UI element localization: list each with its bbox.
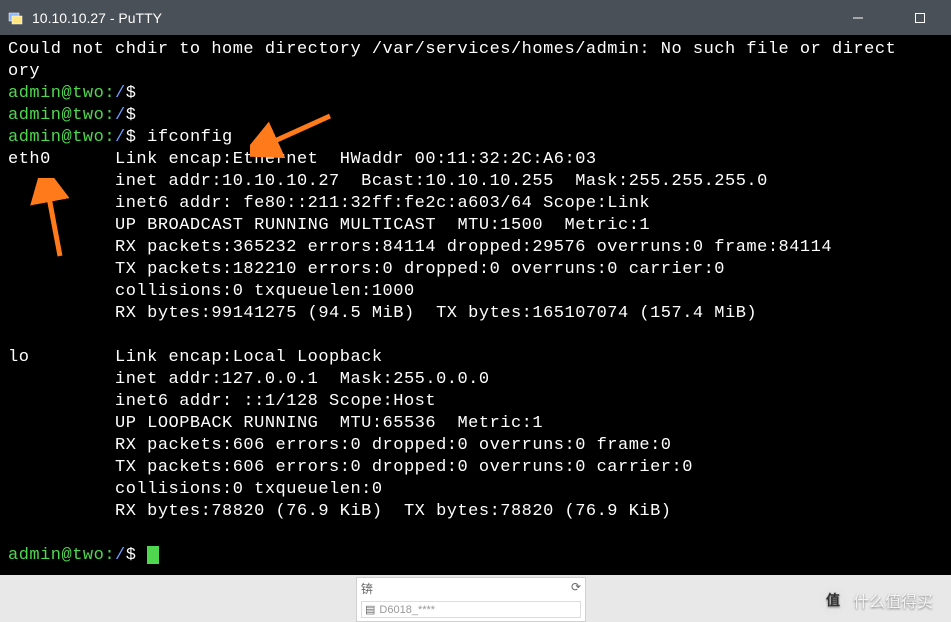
iface-line: collisions:0 txqueuelen:1000 — [8, 281, 943, 303]
iface-line: inet6 addr: ::1/128 Scope:Host — [8, 391, 943, 413]
iface-line: RX packets:606 errors:0 dropped:0 overru… — [8, 435, 943, 457]
blank-line — [8, 523, 943, 545]
iface-line: TX packets:182210 errors:0 dropped:0 ove… — [8, 259, 943, 281]
iface-line: RX bytes:99141275 (94.5 MiB) TX bytes:16… — [8, 303, 943, 325]
error-line: Could not chdir to home directory /var/s… — [8, 39, 943, 61]
file-icon: ▤ — [365, 603, 375, 616]
bg-filename: D6018_**** — [379, 604, 435, 616]
watermark-text: 什么值得买 — [853, 588, 933, 612]
command-line: admin@two:/$ ifconfig — [8, 127, 943, 149]
putty-icon — [8, 10, 24, 26]
prompt-line: admin@two:/$ — [8, 83, 943, 105]
iface-line: inet addr:10.10.10.27 Bcast:10.10.10.255… — [8, 171, 943, 193]
iface-line: collisions:0 txqueuelen:0 — [8, 479, 943, 501]
iface-line: RX packets:365232 errors:84114 dropped:2… — [8, 237, 943, 259]
minimize-button[interactable] — [827, 0, 889, 35]
bg-char: 锛 — [361, 580, 373, 597]
iface-line: lo Link encap:Local Loopback — [8, 347, 943, 369]
watermark: 值 什么值得买 — [819, 586, 933, 614]
watermark-badge: 值 — [819, 586, 847, 614]
cursor — [147, 546, 159, 564]
iface-line: UP BROADCAST RUNNING MULTICAST MTU:1500 … — [8, 215, 943, 237]
putty-window: 10.10.10.27 - PuTTY Could not chdir to h… — [0, 0, 951, 575]
titlebar[interactable]: 10.10.10.27 - PuTTY — [0, 0, 951, 35]
iface-line: UP LOOPBACK RUNNING MTU:65536 Metric:1 — [8, 413, 943, 435]
iface-line: RX bytes:78820 (76.9 KiB) TX bytes:78820… — [8, 501, 943, 523]
iface-line: TX packets:606 errors:0 dropped:0 overru… — [8, 457, 943, 479]
iface-line: inet6 addr: fe80::211:32ff:fe2c:a603/64 … — [8, 193, 943, 215]
background-window-fragment: 锛 ⟳ ▤ D6018_**** — [356, 577, 586, 622]
window-controls — [827, 0, 951, 35]
refresh-icon: ⟳ — [571, 580, 581, 597]
maximize-button[interactable] — [889, 0, 951, 35]
terminal-output[interactable]: Could not chdir to home directory /var/s… — [0, 35, 951, 575]
prompt-cursor[interactable]: admin@two:/$ — [8, 545, 943, 567]
window-title: 10.10.10.27 - PuTTY — [32, 10, 162, 26]
titlebar-left: 10.10.10.27 - PuTTY — [8, 10, 162, 26]
error-line-2: ory — [8, 61, 943, 83]
blank-line — [8, 325, 943, 347]
prompt-line: admin@two:/$ — [8, 105, 943, 127]
iface-line: eth0 Link encap:Ethernet HWaddr 00:11:32… — [8, 149, 943, 171]
iface-line: inet addr:127.0.0.1 Mask:255.0.0.0 — [8, 369, 943, 391]
